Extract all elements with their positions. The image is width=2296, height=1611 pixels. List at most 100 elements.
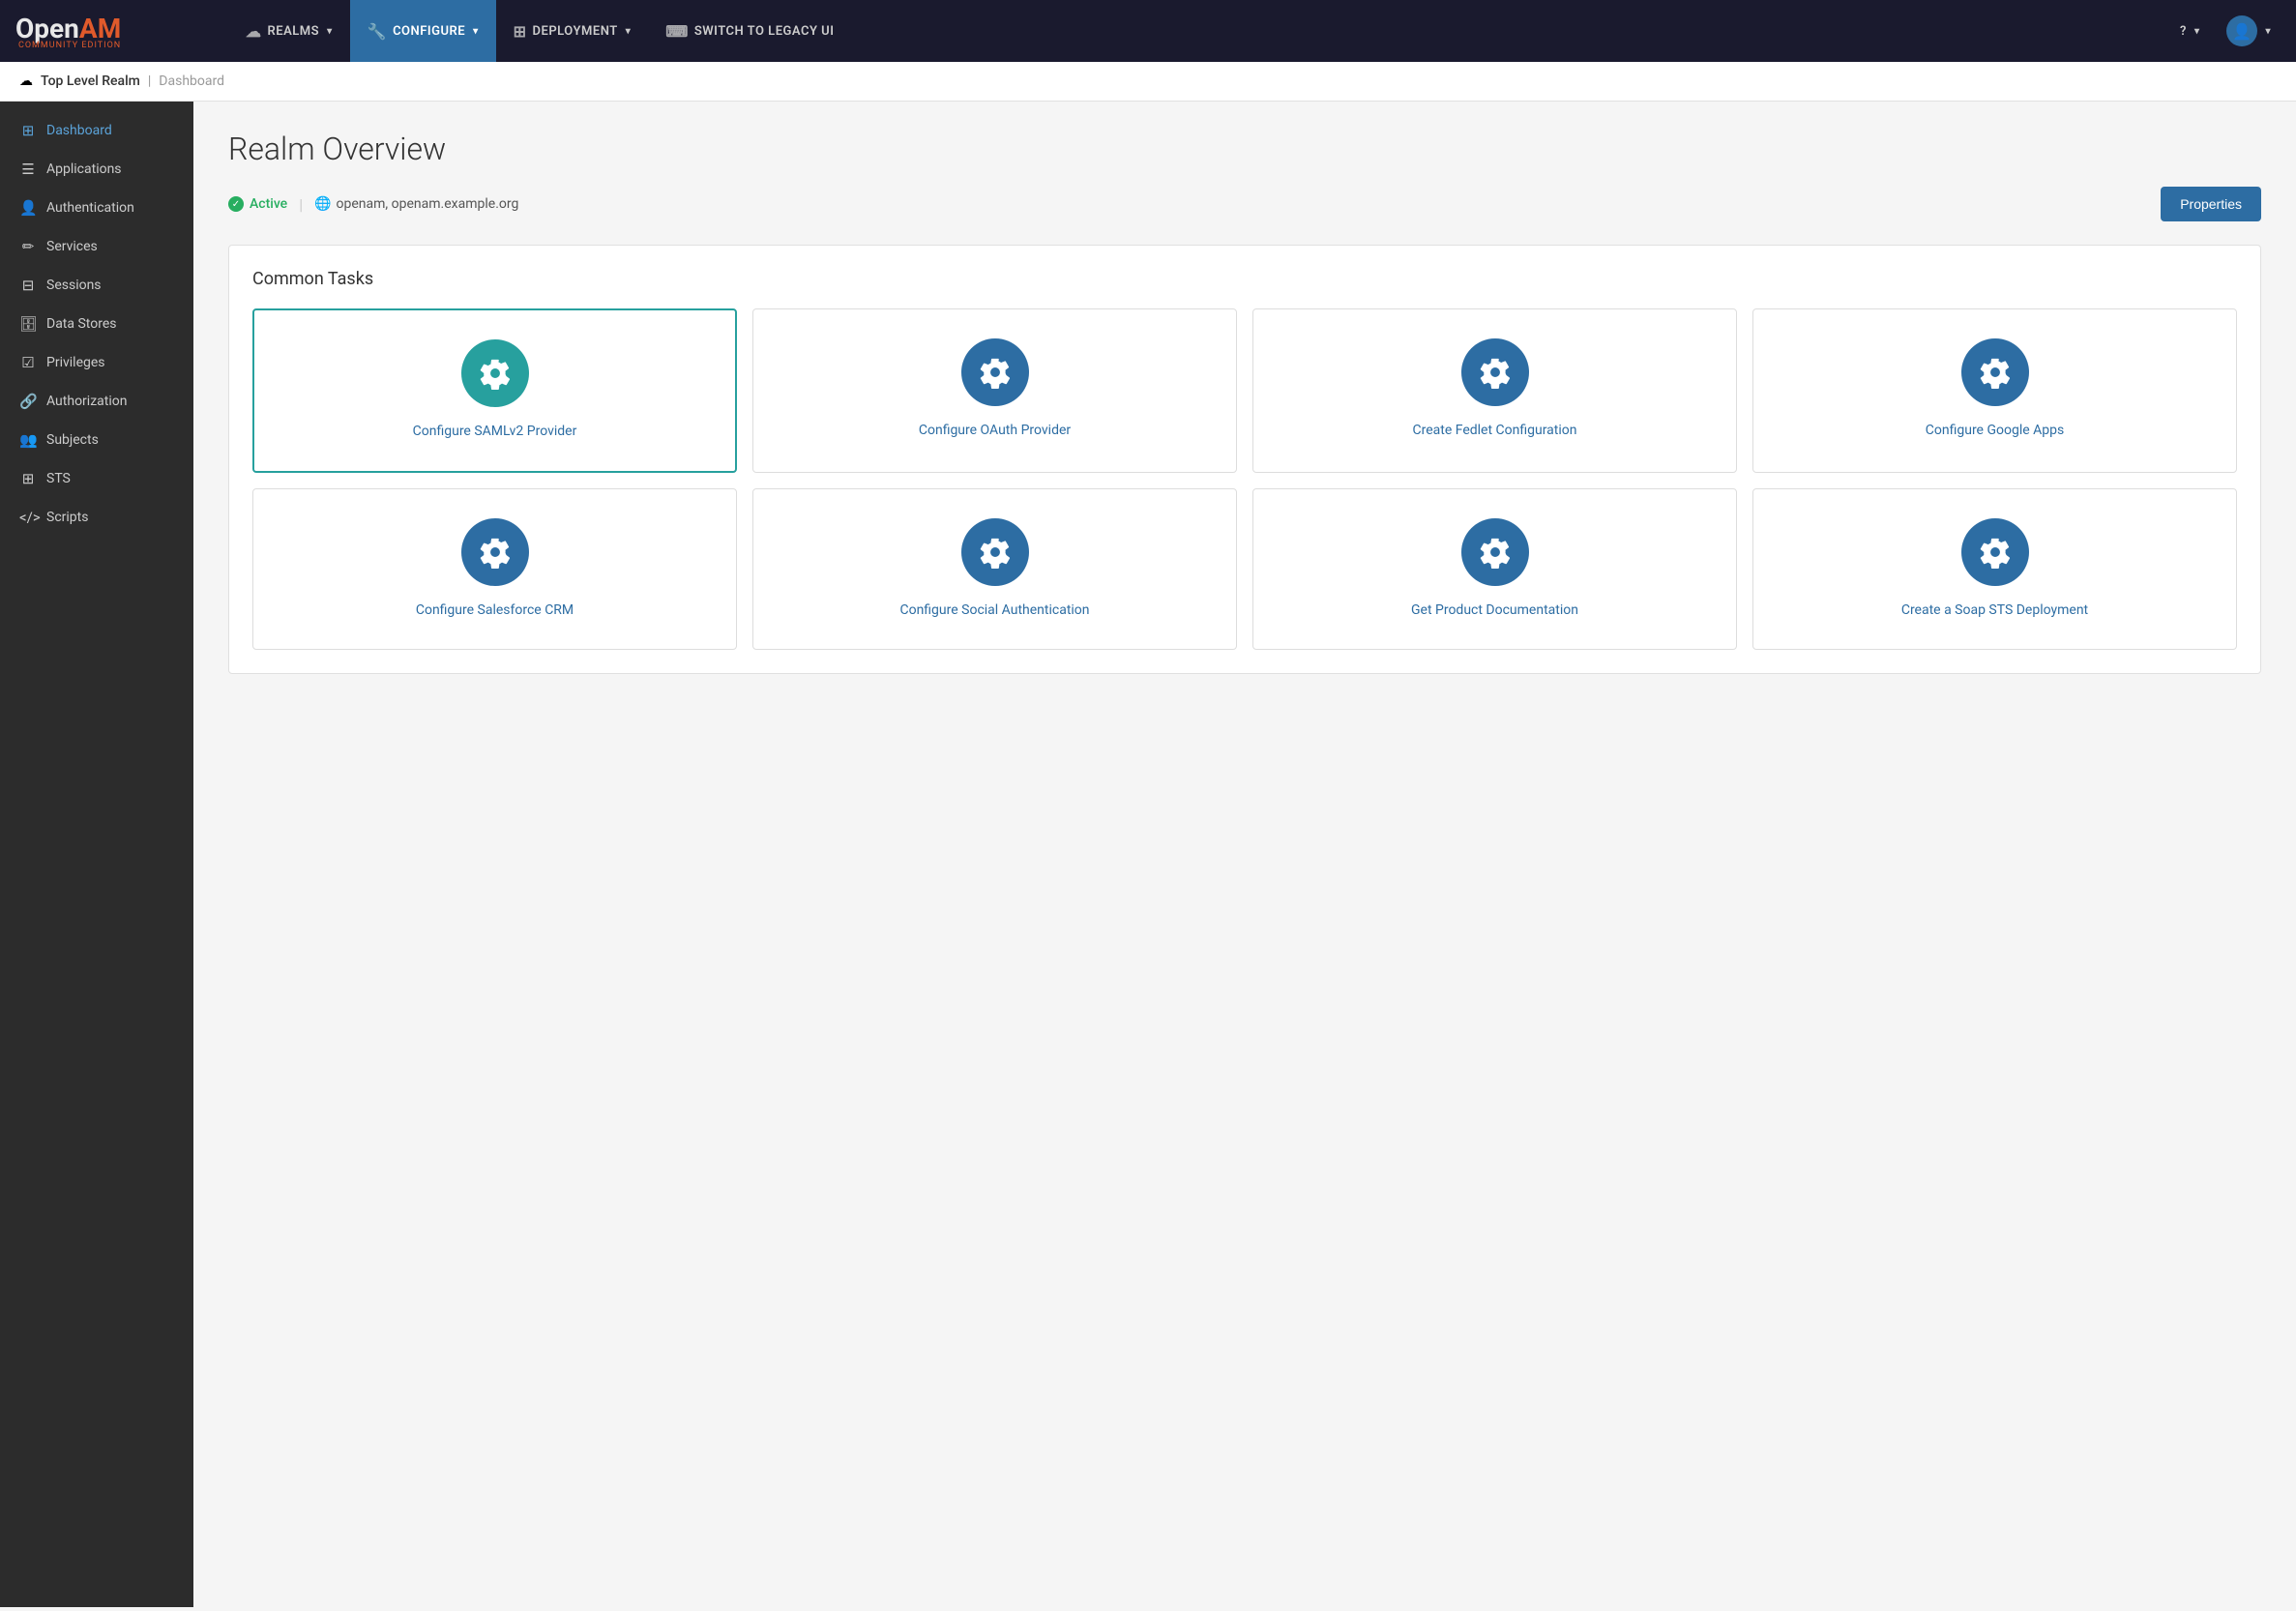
wrench-icon: 🔧 [368, 22, 387, 41]
task-icon-social [961, 518, 1029, 586]
status-url: 🌐 openam, openam.example.org [314, 196, 518, 212]
task-card-docs[interactable]: Get Product Documentation [1252, 488, 1737, 651]
chevron-down-icon: ▾ [473, 26, 479, 37]
services-icon: ✏ [19, 238, 37, 255]
breadcrumb-realm[interactable]: Top Level Realm [41, 73, 140, 89]
sidebar-item-services[interactable]: ✏ Services [0, 227, 193, 266]
sidebar-item-sessions[interactable]: ⊟ Sessions [0, 266, 193, 305]
main-content: Realm Overview ✓ Active | 🌐 openam, open… [193, 102, 2296, 1607]
sidebar-item-label: Data Stores [46, 316, 116, 332]
task-label-fedlet: Create Fedlet Configuration [1413, 422, 1577, 441]
sidebar-item-authentication[interactable]: 👤 Authentication [0, 189, 193, 227]
sidebar-item-dashboard[interactable]: ⊞ Dashboard [0, 111, 193, 150]
status-separator: | [299, 195, 303, 214]
logo-am: AM [79, 13, 121, 44]
task-icon-docs [1461, 518, 1529, 586]
task-label-oauth: Configure OAuth Provider [919, 422, 1071, 441]
task-label-samlv2: Configure SAMLv2 Provider [413, 423, 577, 442]
chevron-down-icon: ▾ [626, 26, 632, 37]
authentication-icon: 👤 [19, 199, 37, 217]
task-icon-oauth [961, 338, 1029, 406]
sidebar-item-scripts[interactable]: </> Scripts [0, 498, 193, 537]
sidebar-item-label: Scripts [46, 510, 88, 525]
logo-open: Open [15, 13, 79, 44]
realm-url: openam, openam.example.org [337, 196, 519, 212]
sidebar-item-label: Dashboard [46, 123, 112, 138]
page-title: Realm Overview [228, 131, 2261, 167]
nav-realms[interactable]: ☁ REALMS ▾ [228, 0, 350, 62]
nav-legacy[interactable]: ⌨ SWITCH TO LEGACY UI [648, 0, 851, 62]
task-card-soap[interactable]: Create a Soap STS Deployment [1752, 488, 2237, 651]
common-tasks-section: Common Tasks Configure SAMLv2 Provider [228, 245, 2261, 674]
nav-deployment[interactable]: ⊞ DEPLOYMENT ▾ [496, 0, 649, 62]
sidebar-item-label: Authentication [46, 200, 134, 216]
task-card-oauth[interactable]: Configure OAuth Provider [752, 308, 1237, 473]
active-label: Active [250, 196, 287, 212]
logo-subtitle: COMMUNITY EDITION [15, 41, 121, 50]
sidebar-item-label: Services [46, 239, 98, 254]
task-card-samlv2[interactable]: Configure SAMLv2 Provider [252, 308, 737, 473]
sidebar-item-label: Subjects [46, 432, 99, 448]
task-icon-fedlet [1461, 338, 1529, 406]
chevron-down-icon: ▾ [2265, 26, 2271, 37]
task-icon-soap [1961, 518, 2029, 586]
status-bar: ✓ Active | 🌐 openam, openam.example.org … [228, 187, 2261, 221]
sidebar-item-label: Applications [46, 161, 122, 177]
deployment-icon: ⊞ [514, 22, 527, 41]
terminal-icon: ⌨ [665, 22, 689, 41]
sidebar: ⊞ Dashboard ☰ Applications 👤 Authenticat… [0, 102, 193, 1607]
task-icon-samlv2 [461, 339, 529, 407]
chevron-down-icon: ▾ [2194, 26, 2200, 37]
nav-legacy-label: SWITCH TO LEGACY UI [694, 24, 835, 39]
task-card-google[interactable]: Configure Google Apps [1752, 308, 2237, 473]
sidebar-item-label: Privileges [46, 355, 105, 370]
breadcrumb: ☁ Top Level Realm | Dashboard [0, 62, 2296, 102]
sidebar-item-subjects[interactable]: 👥 Subjects [0, 421, 193, 459]
task-label-docs: Get Product Documentation [1411, 601, 1578, 621]
status-active: ✓ Active [228, 196, 287, 212]
nav-items: ☁ REALMS ▾ 🔧 CONFIGURE ▾ ⊞ DEPLOYMENT ▾ … [228, 0, 2170, 62]
globe-icon: 🌐 [314, 196, 331, 212]
authorization-icon: 🔗 [19, 393, 37, 410]
top-navigation: OpenAM COMMUNITY EDITION ☁ REALMS ▾ 🔧 CO… [0, 0, 2296, 62]
logo[interactable]: OpenAM COMMUNITY EDITION [15, 13, 228, 50]
user-menu[interactable]: 👤 ▾ [2217, 0, 2281, 62]
task-icon-salesforce [461, 518, 529, 586]
applications-icon: ☰ [19, 161, 37, 178]
cloud-icon: ☁ [246, 22, 262, 41]
sidebar-item-data-stores[interactable]: 🗄 Data Stores [0, 305, 193, 343]
user-icon: 👤 [2232, 22, 2252, 41]
task-label-salesforce: Configure Salesforce CRM [416, 601, 574, 621]
task-label-google: Configure Google Apps [1926, 422, 2064, 441]
sidebar-item-label: STS [46, 471, 71, 486]
sidebar-item-sts[interactable]: ⊞ STS [0, 459, 193, 498]
task-card-salesforce[interactable]: Configure Salesforce CRM [252, 488, 737, 651]
active-dot: ✓ [228, 196, 244, 212]
sidebar-item-applications[interactable]: ☰ Applications [0, 150, 193, 189]
sidebar-item-privileges[interactable]: ☑ Privileges [0, 343, 193, 382]
sidebar-item-label: Authorization [46, 394, 127, 409]
task-label-social: Configure Social Authentication [899, 601, 1089, 621]
dashboard-icon: ⊞ [19, 122, 37, 139]
task-label-soap: Create a Soap STS Deployment [1901, 601, 2088, 621]
sessions-icon: ⊟ [19, 277, 37, 294]
chevron-down-icon: ▾ [327, 26, 333, 37]
data-stores-icon: 🗄 [19, 315, 37, 333]
help-button[interactable]: ? ▾ [2170, 0, 2209, 62]
sidebar-item-authorization[interactable]: 🔗 Authorization [0, 382, 193, 421]
task-icon-google [1961, 338, 2029, 406]
breadcrumb-separator: | [148, 73, 151, 89]
breadcrumb-cloud-icon: ☁ [19, 73, 33, 89]
nav-configure[interactable]: 🔧 CONFIGURE ▾ [350, 0, 496, 62]
question-icon: ? [2180, 24, 2187, 39]
task-card-fedlet[interactable]: Create Fedlet Configuration [1252, 308, 1737, 473]
main-layout: ⊞ Dashboard ☰ Applications 👤 Authenticat… [0, 102, 2296, 1607]
nav-realms-label: REALMS [268, 24, 320, 39]
nav-right: ? ▾ 👤 ▾ [2170, 0, 2281, 62]
task-card-social[interactable]: Configure Social Authentication [752, 488, 1237, 651]
tasks-grid: Configure SAMLv2 Provider Configure OAut… [252, 308, 2237, 650]
properties-button[interactable]: Properties [2161, 187, 2261, 221]
scripts-icon: </> [19, 509, 37, 526]
privileges-icon: ☑ [19, 354, 37, 371]
common-tasks-title: Common Tasks [252, 269, 2237, 289]
